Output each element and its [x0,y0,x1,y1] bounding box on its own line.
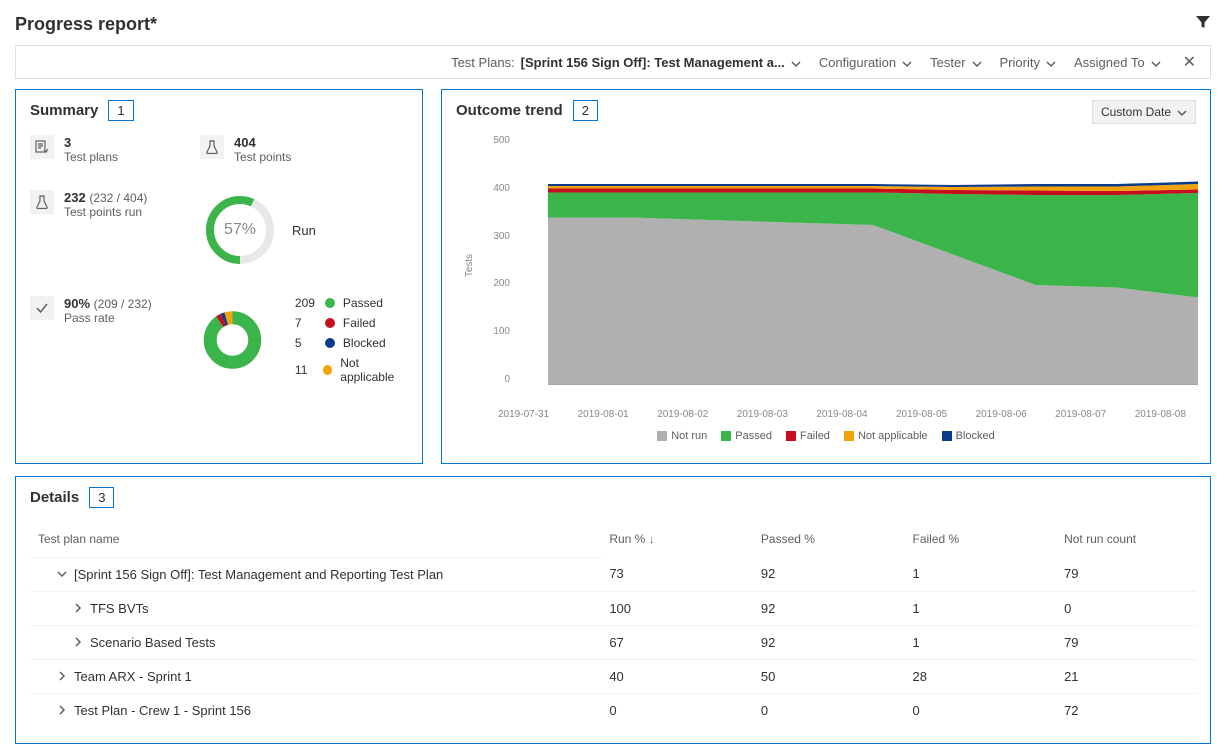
trend-legend-item: Blocked [942,430,995,442]
pass-value: 90% [64,296,90,311]
row-notrun: 21 [1056,659,1196,693]
details-title: Details [30,489,79,506]
page-title: Progress report* [15,14,157,35]
row-name: TFS BVTs [90,601,149,616]
pass-frac: (209 / 232) [94,297,152,311]
test-points-value: 404 [234,135,291,150]
table-row[interactable]: Team ARX - Sprint 1 40 50 28 21 [30,659,1196,693]
legend-row: 11Not applicable [295,356,410,384]
chevron-down-icon [902,57,912,67]
legend-row: 5Blocked [295,336,410,350]
row-notrun: 79 [1056,625,1196,659]
filter-priority[interactable]: Priority [1000,55,1056,70]
table-row[interactable]: [Sprint 156 Sign Off]: Test Management a… [30,557,1196,592]
row-name: Test Plan - Crew 1 - Sprint 156 [74,703,251,718]
row-passed: 50 [753,659,905,693]
row-notrun: 72 [1056,693,1196,727]
trend-chart: 5004003002001000 Tests [486,135,1186,405]
expand-caret-icon[interactable] [56,703,68,718]
summary-title: Summary [30,102,98,119]
chevron-down-icon [972,57,982,67]
test-plans-value: 3 [64,135,118,150]
test-plans-icon [30,135,54,159]
summary-badge: 1 [108,100,133,121]
legend-row: 7Failed [295,316,410,330]
expand-caret-icon[interactable] [72,635,84,650]
filter-assigned-to[interactable]: Assigned To [1074,55,1161,70]
trend-legend-item: Not applicable [844,430,928,442]
pass-rate-icon [30,296,54,320]
details-table: Test plan name Run % ↓ Passed % Failed %… [30,522,1196,727]
row-name: [Sprint 156 Sign Off]: Test Management a… [74,567,443,582]
run-gauge: 57% [200,190,280,270]
details-card: Details 3 Test plan name Run % ↓ Passed … [15,476,1211,744]
row-failed: 28 [904,659,1056,693]
row-passed: 92 [753,625,905,659]
col-passed[interactable]: Passed % [753,522,905,557]
col-failed[interactable]: Failed % [904,522,1056,557]
row-failed: 0 [904,693,1056,727]
chevron-down-icon [1046,57,1056,67]
run-frac: (232 / 404) [89,191,147,205]
trend-legend-item: Passed [721,430,772,442]
row-passed: 92 [753,557,905,592]
row-failed: 1 [904,557,1056,592]
row-run: 40 [601,659,753,693]
chevron-down-icon [1177,107,1187,117]
filter-bar: Test Plans: [Sprint 156 Sign Off]: Test … [15,45,1211,79]
custom-date-button[interactable]: Custom Date [1092,100,1196,124]
row-run: 73 [601,557,753,592]
trend-legend-item: Not run [657,430,707,442]
col-name[interactable]: Test plan name [30,522,601,557]
expand-caret-icon[interactable] [72,601,84,616]
trend-legend-item: Failed [786,430,830,442]
row-notrun: 0 [1056,591,1196,625]
row-name: Team ARX - Sprint 1 [74,669,192,684]
test-points-label: Test points [234,150,291,164]
row-run: 0 [601,693,753,727]
col-notrun[interactable]: Not run count [1056,522,1196,557]
expand-caret-icon[interactable] [56,669,68,684]
row-failed: 1 [904,625,1056,659]
row-passed: 0 [753,693,905,727]
legend-row: 209Passed [295,296,410,310]
chevron-down-icon [1151,57,1161,67]
row-passed: 92 [753,591,905,625]
filter-configuration[interactable]: Configuration [819,55,912,70]
chevron-down-icon [791,57,801,67]
run-gauge-label: Run [292,223,316,238]
table-row[interactable]: Test Plan - Crew 1 - Sprint 156 0 0 0 72 [30,693,1196,727]
filter-tester[interactable]: Tester [930,55,981,70]
row-notrun: 79 [1056,557,1196,592]
row-run: 100 [601,591,753,625]
row-run: 67 [601,625,753,659]
filter-icon[interactable] [1195,14,1211,35]
run-value: 232 [64,190,86,205]
pass-label: Pass rate [64,311,152,325]
run-label: Test points run [64,205,147,219]
row-failed: 1 [904,591,1056,625]
trend-badge: 2 [573,100,598,121]
pass-donut [200,305,265,375]
table-row[interactable]: TFS BVTs 100 92 1 0 [30,591,1196,625]
test-points-run-icon [30,190,54,214]
test-plans-label: Test plans [64,150,118,164]
y-axis-label: Tests [464,254,475,277]
row-name: Scenario Based Tests [90,635,216,650]
trend-card: Outcome trend 2 Custom Date 500400300200… [441,89,1211,464]
table-row[interactable]: Scenario Based Tests 67 92 1 79 [30,625,1196,659]
run-gauge-pct: 57% [200,190,280,270]
filter-test-plans-value: [Sprint 156 Sign Off]: Test Management a… [521,55,785,70]
col-run[interactable]: Run % ↓ [601,522,753,557]
filter-test-plans[interactable]: Test Plans: [Sprint 156 Sign Off]: Test … [451,55,801,70]
filter-test-plans-label: Test Plans: [451,55,515,70]
test-points-icon [200,135,224,159]
trend-title: Outcome trend [456,102,563,119]
summary-card: Summary 1 3 Test plans 404 Test [15,89,423,464]
close-icon[interactable]: ✕ [1179,52,1200,72]
sort-desc-icon: ↓ [649,534,655,546]
expand-caret-icon[interactable] [56,567,68,582]
details-badge: 3 [89,487,114,508]
